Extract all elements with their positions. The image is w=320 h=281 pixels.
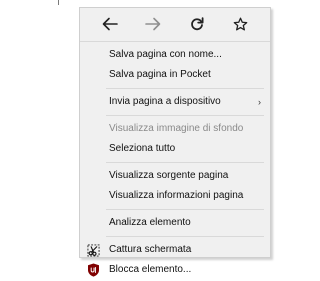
separator bbox=[106, 162, 264, 163]
separator bbox=[106, 88, 264, 89]
arrow-left-icon bbox=[102, 17, 118, 31]
separator bbox=[106, 209, 264, 210]
submenu-arrow-icon: › bbox=[258, 97, 261, 107]
menu-item-label: Blocca elemento... bbox=[109, 264, 192, 275]
menu-item-select-all[interactable]: Seleziona tutto bbox=[80, 139, 270, 159]
menu-item-label: Salva pagina con nome... bbox=[109, 49, 222, 60]
separator bbox=[106, 115, 264, 116]
reload-icon bbox=[190, 17, 204, 31]
arrow-right-icon bbox=[145, 17, 161, 31]
star-icon bbox=[233, 17, 248, 30]
forward-button[interactable] bbox=[139, 12, 167, 36]
menu-item-save-pocket[interactable]: Salva pagina in Pocket bbox=[80, 65, 270, 85]
back-button[interactable] bbox=[96, 12, 124, 36]
menu-item-label: Cattura schermata bbox=[109, 244, 192, 255]
menu-item-label: Salva pagina in Pocket bbox=[109, 69, 211, 80]
menu-item-screenshot[interactable]: Cattura schermata bbox=[80, 240, 270, 260]
navigation-row bbox=[80, 8, 270, 40]
context-menu: Salva pagina con nome... Salva pagina in… bbox=[79, 7, 271, 277]
menu-item-view-source[interactable]: Visualizza sorgente pagina bbox=[80, 166, 270, 186]
reload-button[interactable] bbox=[183, 12, 211, 36]
menu-item-block-element[interactable]: Blocca elemento... bbox=[80, 260, 270, 280]
menu-item-view-info[interactable]: Visualizza informazioni pagina bbox=[80, 186, 270, 206]
menu-item-inspect[interactable]: Analizza elemento bbox=[80, 213, 270, 233]
menu-item-save-as[interactable]: Salva pagina con nome... bbox=[80, 45, 270, 65]
scissors-icon bbox=[86, 243, 100, 257]
menu-item-send-to-device[interactable]: Invia pagina a dispositivo › bbox=[80, 92, 270, 112]
menu-item-label: Seleziona tutto bbox=[109, 143, 176, 154]
menu-item-label: Invia pagina a dispositivo bbox=[109, 96, 221, 107]
ublock-shield-icon bbox=[86, 263, 100, 277]
text-cursor bbox=[58, 0, 59, 5]
menu-item-view-background: Visualizza immagine di sfondo bbox=[80, 119, 270, 139]
menu-item-label: Visualizza immagine di sfondo bbox=[109, 123, 244, 134]
menu-item-label: Visualizza informazioni pagina bbox=[109, 190, 244, 201]
menu-item-label: Visualizza sorgente pagina bbox=[109, 170, 229, 181]
bookmark-button[interactable] bbox=[226, 12, 254, 36]
separator bbox=[80, 41, 270, 42]
menu-item-label: Analizza elemento bbox=[109, 217, 191, 228]
separator bbox=[106, 236, 264, 237]
